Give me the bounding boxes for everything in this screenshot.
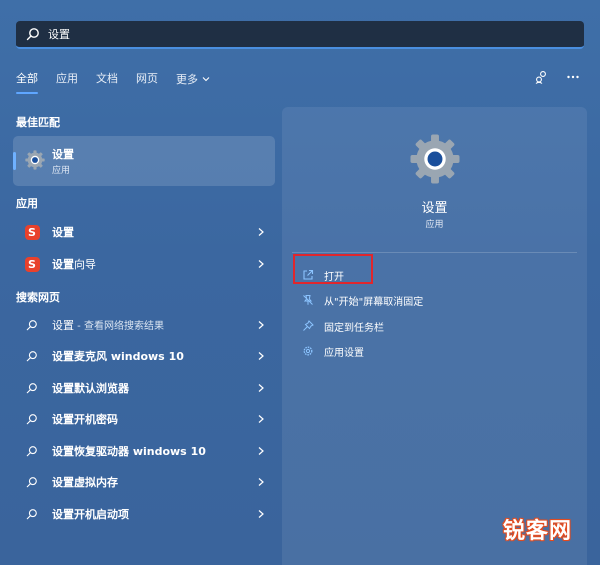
chevron-down-icon [202, 77, 210, 82]
tab-more-label: 更多 [176, 73, 198, 86]
search-icon [24, 506, 40, 522]
search-window: 全部 应用 文档 网页 更多 最佳匹配 [0, 0, 600, 565]
action-open[interactable]: 打开 [302, 266, 344, 284]
settings-gear-icon [25, 150, 45, 170]
web-result-bold: 设置麦克风 windows 10 [52, 350, 184, 363]
account-switch-icon[interactable] [534, 70, 548, 84]
action-app-settings-label: 应用设置 [324, 347, 364, 359]
chevron-right-icon [258, 478, 264, 486]
search-icon [24, 474, 40, 490]
search-icon [26, 28, 39, 41]
web-result-bold: 设置恢复驱动器 windows 10 [52, 445, 206, 458]
filter-tabs: 全部 应用 文档 网页 更多 [16, 70, 228, 94]
search-icon [24, 317, 40, 333]
web-result-bold: 设置默认浏览器 [52, 382, 129, 395]
tab-apps[interactable]: 应用 [56, 70, 78, 88]
app-item-settings[interactable]: S 设置 [13, 219, 275, 245]
section-apps: 应用 [16, 197, 38, 210]
web-result-4[interactable]: 设置恢复驱动器 windows 10 [13, 438, 275, 464]
app-item-label-bold: 设置 [52, 258, 74, 271]
best-match-name: 设置 [52, 148, 74, 161]
chevron-right-icon [258, 228, 264, 236]
web-result-0[interactable]: 设置 - 查看网络搜索结果 [13, 312, 275, 338]
chevron-right-icon [258, 447, 264, 455]
app-item-settings-wizard[interactable]: S 设置向导 [13, 251, 275, 277]
open-external-icon [303, 269, 314, 280]
web-result-1[interactable]: 设置麦克风 windows 10 [13, 343, 275, 369]
action-pin-taskbar[interactable]: 固定到任务栏 [302, 317, 384, 335]
app-item-label: 设置 [52, 226, 74, 239]
search-icon [24, 348, 40, 364]
tab-web[interactable]: 网页 [136, 70, 158, 88]
action-unpin-label: 从"开始"屏幕取消固定 [324, 296, 424, 308]
action-unpin-start[interactable]: 从"开始"屏幕取消固定 [302, 291, 423, 309]
tab-more[interactable]: 更多 [176, 70, 210, 88]
sogou-app-icon: S [24, 256, 40, 272]
web-result-5[interactable]: 设置虚拟内存 [13, 469, 275, 495]
unpin-icon [303, 295, 313, 305]
web-result-bold: 设置开机启动项 [52, 508, 129, 521]
section-best-match: 最佳匹配 [16, 116, 60, 129]
section-web-search: 搜索网页 [16, 291, 60, 304]
search-input[interactable] [48, 27, 568, 41]
detail-panel: 设置 应用 打开 从"开始"屏幕取消固定 固定到任务栏 应用设置 [282, 107, 587, 565]
best-match-type: 应用 [52, 166, 71, 176]
tab-documents[interactable]: 文档 [96, 70, 118, 88]
settings-gear-icon [410, 134, 460, 184]
action-open-label: 打开 [324, 271, 344, 283]
divider [292, 252, 577, 253]
chevron-right-icon [258, 352, 264, 360]
sogou-app-icon: S [24, 224, 40, 240]
panel-app-type: 应用 [425, 220, 444, 230]
chevron-right-icon [258, 260, 264, 268]
web-result-bold: 设置 [52, 319, 74, 332]
panel-app-name: 设置 [421, 201, 448, 216]
web-result-2[interactable]: 设置默认浏览器 [13, 375, 275, 401]
app-item-label-rest: 向导 [74, 258, 96, 271]
watermark-logo: 锐客网 [502, 519, 572, 544]
action-app-settings[interactable]: 应用设置 [302, 342, 364, 360]
search-icon [24, 443, 40, 459]
chevron-right-icon [258, 415, 264, 423]
tab-all[interactable]: 全部 [16, 70, 38, 94]
search-icon [24, 380, 40, 396]
pin-icon [303, 320, 314, 331]
search-bar[interactable] [16, 21, 584, 49]
selection-accent [13, 152, 16, 170]
chevron-right-icon [258, 384, 264, 392]
top-right-actions [534, 70, 580, 84]
gear-icon [303, 346, 313, 356]
action-pin-label: 固定到任务栏 [324, 322, 384, 334]
web-result-6[interactable]: 设置开机启动项 [13, 501, 275, 527]
best-match-item[interactable]: 设置 应用 [13, 136, 275, 186]
web-result-rest: - 查看网络搜索结果 [74, 321, 164, 332]
more-options-icon[interactable] [566, 70, 580, 84]
web-result-3[interactable]: 设置开机密码 [13, 406, 275, 432]
chevron-right-icon [258, 510, 264, 518]
web-result-bold: 设置开机密码 [52, 413, 118, 426]
search-icon [24, 411, 40, 427]
web-result-bold: 设置虚拟内存 [52, 476, 118, 489]
chevron-right-icon [258, 321, 264, 329]
